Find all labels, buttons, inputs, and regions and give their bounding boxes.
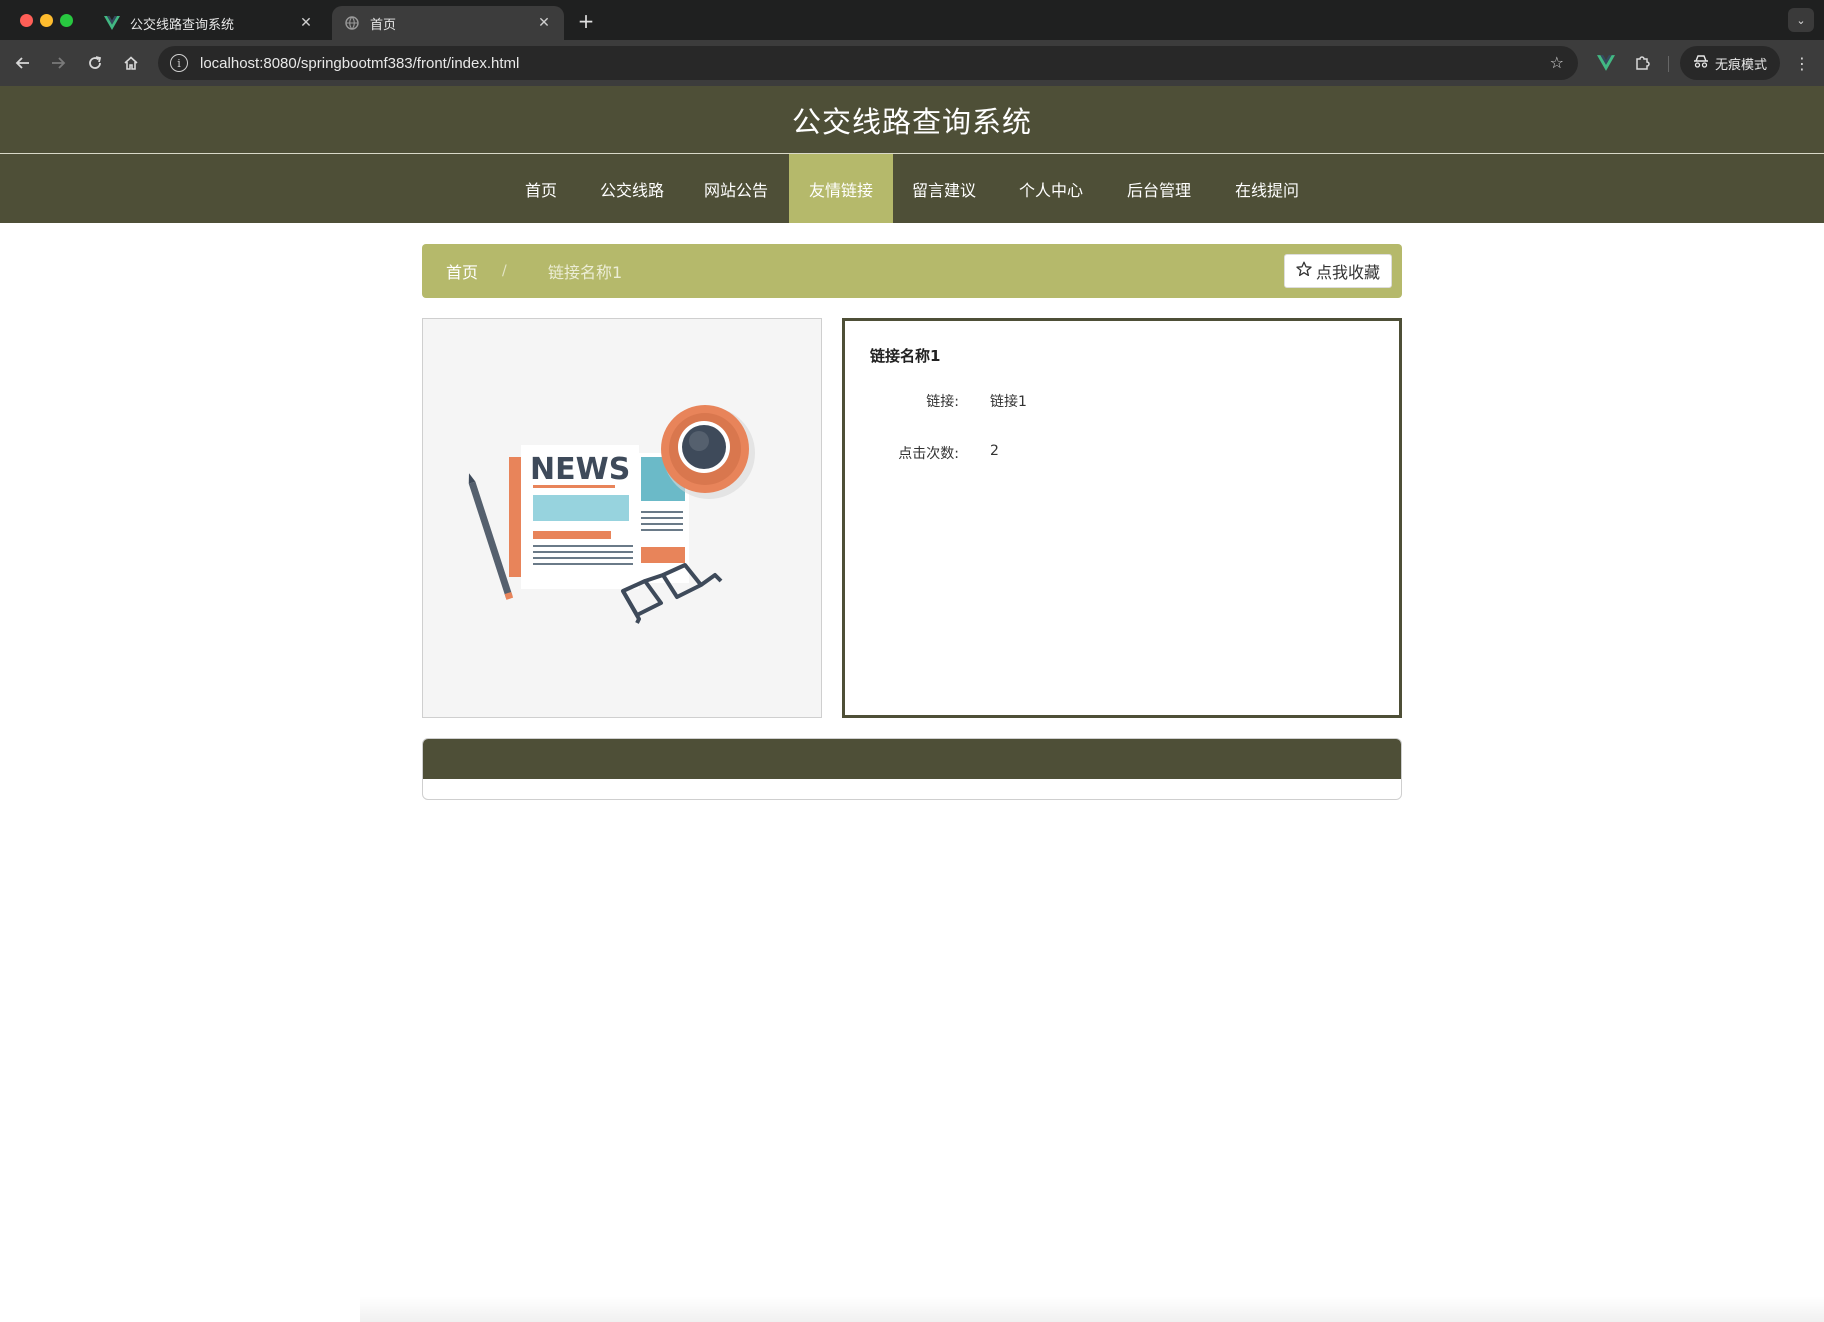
back-arrow-icon[interactable] xyxy=(11,51,35,75)
window-minimize-button[interactable] xyxy=(40,14,53,27)
extensions-puzzle-icon[interactable] xyxy=(1630,51,1654,75)
new-tab-button[interactable]: + xyxy=(574,9,598,33)
toolbar-divider xyxy=(1668,56,1669,72)
tab-title: 公交线路查询系统 xyxy=(130,17,235,33)
detail-row-click-count: 点击次数: 2 xyxy=(845,443,1399,463)
breadcrumb-separator: / xyxy=(502,263,507,279)
breadcrumb: 首页 / 链接名称1 点我收藏 xyxy=(422,244,1402,298)
breadcrumb-home-link[interactable]: 首页 xyxy=(446,244,478,298)
link-detail-panel: 链接名称1 链接: 链接1 点击次数: 2 xyxy=(842,318,1402,718)
detail-row-link: 链接: 链接1 xyxy=(845,391,1399,411)
address-bar[interactable]: i localhost:8080/springbootmf383/front/i… xyxy=(158,46,1578,80)
detail-label: 点击次数: xyxy=(898,446,959,462)
browser-menu-icon[interactable]: ⋮ xyxy=(1790,51,1814,75)
nav-item-bus-routes[interactable]: 公交线路 xyxy=(588,154,676,223)
globe-icon xyxy=(344,15,360,31)
nav-item-home[interactable]: 首页 xyxy=(508,154,574,223)
detail-label: 链接: xyxy=(926,394,959,410)
nav-item-feedback[interactable]: 留言建议 xyxy=(900,154,988,223)
site-info-icon[interactable]: i xyxy=(170,54,188,72)
nav-item-personal-center[interactable]: 个人中心 xyxy=(1007,154,1095,223)
incognito-badge[interactable]: 无痕模式 xyxy=(1680,46,1780,80)
favorite-button-label: 点我收藏 xyxy=(1315,263,1380,282)
nav-item-announcements[interactable]: 网站公告 xyxy=(692,154,780,223)
news-illustration: NEWS xyxy=(468,405,755,624)
browser-tab-bar: 公交线路查询系统 ✕ 首页 ✕ + ⌄ xyxy=(0,0,1824,40)
breadcrumb-current: 链接名称1 xyxy=(548,263,623,282)
window-zoom-button[interactable] xyxy=(60,14,73,27)
incognito-label: 无痕模式 xyxy=(1714,57,1767,73)
tab-search-chevron-icon[interactable]: ⌄ xyxy=(1788,8,1814,32)
news-heading-text: NEWS xyxy=(530,452,630,487)
main-nav: 首页 公交线路 网站公告 友情链接 留言建议 个人中心 后台管理 在线提问 xyxy=(0,154,1824,223)
tab-title: 首页 xyxy=(370,17,397,33)
nav-item-online-questions[interactable]: 在线提问 xyxy=(1223,154,1311,223)
content-panel-header xyxy=(423,739,1401,779)
browser-tab-1[interactable]: 公交线路查询系统 ✕ xyxy=(92,6,326,40)
star-outline-icon xyxy=(1296,261,1312,281)
nav-item-admin[interactable]: 后台管理 xyxy=(1115,154,1203,223)
site-title: 公交线路查询系统 xyxy=(791,104,1032,139)
url-text: localhost:8080/springbootmf383/front/ind… xyxy=(200,54,520,72)
window-close-button[interactable] xyxy=(20,14,33,27)
favorite-button[interactable]: 点我收藏 xyxy=(1284,254,1392,288)
vue-devtools-extension-icon[interactable] xyxy=(1594,51,1618,75)
tab-close-icon[interactable]: ✕ xyxy=(298,15,314,31)
site-header: 公交线路查询系统 xyxy=(0,86,1824,153)
tab-close-icon[interactable]: ✕ xyxy=(536,15,552,31)
detail-value: 2 xyxy=(990,443,999,459)
window-bottom-shadow xyxy=(360,1296,1824,1322)
vue-logo-icon xyxy=(104,15,120,31)
content-panel xyxy=(422,738,1402,800)
incognito-icon xyxy=(1693,54,1709,72)
link-cover-image: NEWS xyxy=(422,318,822,718)
detail-title: 链接名称1 xyxy=(870,347,941,365)
detail-value: 链接1 xyxy=(990,394,1027,410)
browser-toolbar: i localhost:8080/springbootmf383/front/i… xyxy=(0,40,1824,86)
reload-icon[interactable] xyxy=(83,51,107,75)
home-icon[interactable] xyxy=(119,51,143,75)
bookmark-star-icon[interactable]: ☆ xyxy=(1550,53,1564,72)
nav-item-friend-links[interactable]: 友情链接 xyxy=(789,154,893,223)
forward-arrow-icon[interactable] xyxy=(46,51,70,75)
browser-tab-2[interactable]: 首页 ✕ xyxy=(332,6,564,40)
